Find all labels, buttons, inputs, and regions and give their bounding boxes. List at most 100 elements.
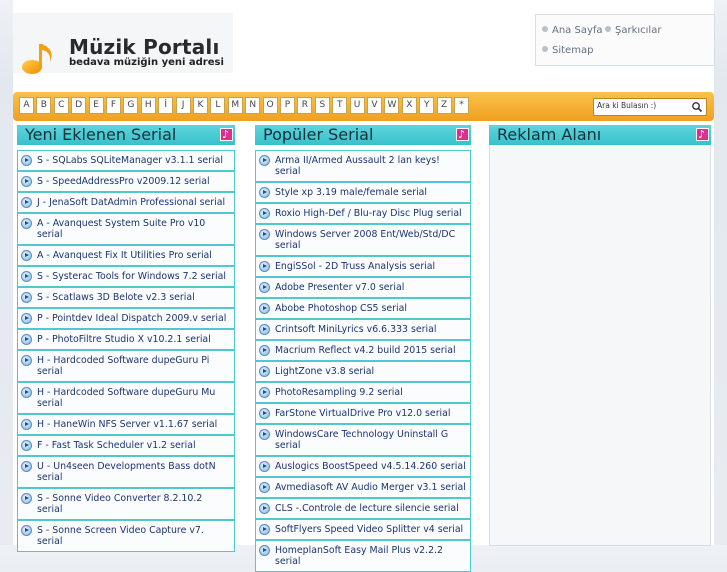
letter-link[interactable]: A xyxy=(19,97,34,114)
item-link[interactable]: Roxio High-Def / Blu-ray Disc Plug seria… xyxy=(275,208,466,219)
list-item[interactable]: P - PhotoFiltre Studio X v10.2.1 serial xyxy=(17,329,235,350)
item-link[interactable]: J - JenaSoft DatAdmin Professional seria… xyxy=(37,197,230,208)
item-link[interactable]: EngiSSol - 2D Truss Analysis serial xyxy=(275,261,466,272)
list-item[interactable]: S - Sonne Screen Video Capture v7. seria… xyxy=(17,520,235,552)
list-item[interactable]: S - Scatlaws 3D Belote v2.3 serial xyxy=(17,287,235,308)
item-link[interactable]: S - SQLabs SQLiteManager v3.1.1 serial xyxy=(37,155,230,166)
letter-link[interactable]: G xyxy=(123,97,139,114)
letter-link[interactable]: H xyxy=(140,97,156,114)
list-item[interactable]: S - Sonne Video Converter 8.2.10.2 seria… xyxy=(17,488,235,520)
letter-link[interactable]: V xyxy=(367,97,382,114)
letter-link[interactable]: * xyxy=(454,97,469,114)
list-item[interactable]: Auslogics BoostSpeed v4.5.14.260 serial xyxy=(255,456,471,477)
item-link[interactable]: P - Pointdev Ideal Dispatch 2009.v seria… xyxy=(37,313,230,324)
list-item[interactable]: Abobe Photoshop CS5 serial xyxy=(255,298,471,319)
item-link[interactable]: Arma II/Armed Aussault 2 lan keys! seria… xyxy=(275,155,466,177)
menu-item-sitemap[interactable]: Sitemap xyxy=(542,45,593,56)
item-link[interactable]: Avmediasoft AV Audio Merger v3.1 serial xyxy=(275,482,466,493)
item-link[interactable]: S - Sonne Screen Video Capture v7. seria… xyxy=(37,525,230,547)
letter-link[interactable]: T xyxy=(332,97,348,114)
letter-link[interactable]: Y xyxy=(419,97,435,114)
list-item[interactable]: A - Avanquest Fix It Utilities Pro seria… xyxy=(17,245,235,266)
item-link[interactable]: A - Avanquest Fix It Utilities Pro seria… xyxy=(37,250,230,261)
item-link[interactable]: F - Fast Task Scheduler v1.2 serial xyxy=(37,440,230,451)
item-link[interactable]: H - Hardcoded Software dupeGuru Pi seria… xyxy=(37,355,230,377)
item-link[interactable]: SoftFlyers Speed Video Splitter v4 seria… xyxy=(275,524,466,535)
list-item[interactable]: LightZone v3.8 serial xyxy=(255,361,471,382)
letter-link[interactable]: S xyxy=(314,97,330,114)
item-link[interactable]: S - Systerac Tools for Windows 7.2 seria… xyxy=(37,271,230,282)
list-item[interactable]: WindowsCare Technology Uninstall G seria… xyxy=(255,424,471,456)
site-title[interactable]: Müzik Portalı xyxy=(69,35,220,59)
item-link[interactable]: Windows Server 2008 Ent/Web/Std/DC seria… xyxy=(275,229,466,251)
search-icon[interactable] xyxy=(691,101,703,113)
list-item[interactable]: PhotoResampling 9.2 serial xyxy=(255,382,471,403)
list-item[interactable]: U - Un4seen Developments Bass dotN seria… xyxy=(17,456,235,488)
item-link[interactable]: HomeplanSoft Easy Mail Plus v2.2.2 seria… xyxy=(275,545,466,567)
item-link[interactable]: S - Scatlaws 3D Belote v2.3 serial xyxy=(37,292,230,303)
list-item[interactable]: Style xp 3.19 male/female serial xyxy=(255,182,471,203)
item-link[interactable]: Abobe Photoshop CS5 serial xyxy=(275,303,466,314)
item-link[interactable]: Macrium Reflect v4.2 build 2015 serial xyxy=(275,345,466,356)
item-link[interactable]: FarStone VirtualDrive Pro v12.0 serial xyxy=(275,408,466,419)
letter-link[interactable]: F xyxy=(106,97,121,114)
list-item[interactable]: Avmediasoft AV Audio Merger v3.1 serial xyxy=(255,477,471,498)
letter-link[interactable]: J xyxy=(175,97,191,114)
letter-link[interactable]: L xyxy=(210,97,226,114)
letter-link[interactable]: X xyxy=(401,97,417,114)
list-item[interactable]: S - Systerac Tools for Windows 7.2 seria… xyxy=(17,266,235,287)
list-item[interactable]: S - SQLabs SQLiteManager v3.1.1 serial xyxy=(17,150,235,171)
list-item[interactable]: Roxio High-Def / Blu-ray Disc Plug seria… xyxy=(255,203,471,224)
list-item[interactable]: Macrium Reflect v4.2 build 2015 serial xyxy=(255,340,471,361)
list-item[interactable]: FarStone VirtualDrive Pro v12.0 serial xyxy=(255,403,471,424)
list-item[interactable]: S - SpeedAddressPro v2009.12 serial xyxy=(17,171,235,192)
item-link[interactable]: Crintsoft MiniLyrics v6.6.333 serial xyxy=(275,324,466,335)
list-item[interactable]: Arma II/Armed Aussault 2 lan keys! seria… xyxy=(255,150,471,182)
item-link[interactable]: CLS -.Controle de lecture silencie seria… xyxy=(275,503,466,514)
item-link[interactable]: H - HaneWin NFS Server v1.1.67 serial xyxy=(37,419,230,430)
letter-link[interactable]: U xyxy=(349,97,365,114)
list-item[interactable]: CLS -.Controle de lecture silencie seria… xyxy=(255,498,471,519)
item-link[interactable]: LightZone v3.8 serial xyxy=(275,366,466,377)
list-item[interactable]: SoftFlyers Speed Video Splitter v4 seria… xyxy=(255,519,471,540)
letter-link[interactable]: İ xyxy=(158,97,174,114)
menu-item-home[interactable]: Ana Sayfa xyxy=(542,25,603,36)
list-item[interactable]: H - Hardcoded Software dupeGuru Pi seria… xyxy=(17,350,235,382)
list-item[interactable]: EngiSSol - 2D Truss Analysis serial xyxy=(255,256,471,277)
item-link[interactable]: S - SpeedAddressPro v2009.12 serial xyxy=(37,176,230,187)
item-link[interactable]: H - Hardcoded Software dupeGuru Mu seria… xyxy=(37,387,230,409)
menu-item-singers[interactable]: Şarkıcılar xyxy=(605,25,661,36)
list-item[interactable]: A - Avanquest System Suite Pro v10 seria… xyxy=(17,213,235,245)
column-header: Yeni Eklenen Serial xyxy=(17,125,235,145)
item-link[interactable]: Adobe Presenter v7.0 serial xyxy=(275,282,466,293)
list-item[interactable]: Windows Server 2008 Ent/Web/Std/DC seria… xyxy=(255,224,471,256)
letter-link[interactable]: W xyxy=(384,97,400,114)
letter-link[interactable]: K xyxy=(193,97,208,114)
item-link[interactable]: P - PhotoFiltre Studio X v10.2.1 serial xyxy=(37,334,230,345)
item-link[interactable]: Style xp 3.19 male/female serial xyxy=(275,187,466,198)
item-link[interactable]: S - Sonne Video Converter 8.2.10.2 seria… xyxy=(37,493,230,515)
letter-link[interactable]: O xyxy=(262,97,278,114)
letter-link[interactable]: E xyxy=(88,97,104,114)
item-link[interactable]: U - Un4seen Developments Bass dotN seria… xyxy=(37,461,230,483)
item-link[interactable]: WindowsCare Technology Uninstall G seria… xyxy=(275,429,466,451)
search-input[interactable]: Ara ki Bulasın :) xyxy=(593,98,707,116)
list-item[interactable]: Adobe Presenter v7.0 serial xyxy=(255,277,471,298)
letter-link[interactable]: P xyxy=(280,97,295,114)
letter-link[interactable]: C xyxy=(53,97,69,114)
letter-link[interactable]: N xyxy=(245,97,261,114)
list-item[interactable]: H - HaneWin NFS Server v1.1.67 serial xyxy=(17,414,235,435)
list-item[interactable]: J - JenaSoft DatAdmin Professional seria… xyxy=(17,192,235,213)
list-item[interactable]: Crintsoft MiniLyrics v6.6.333 serial xyxy=(255,319,471,340)
item-link[interactable]: Auslogics BoostSpeed v4.5.14.260 serial xyxy=(275,461,466,472)
letter-link[interactable]: D xyxy=(71,97,87,114)
letter-link[interactable]: Z xyxy=(436,97,452,114)
letter-link[interactable]: B xyxy=(36,97,52,114)
letter-link[interactable]: R xyxy=(297,97,313,114)
letter-link[interactable]: M xyxy=(227,97,243,114)
item-link[interactable]: A - Avanquest System Suite Pro v10 seria… xyxy=(37,218,230,240)
list-item[interactable]: H - Hardcoded Software dupeGuru Mu seria… xyxy=(17,382,235,414)
item-link[interactable]: PhotoResampling 9.2 serial xyxy=(275,387,466,398)
list-item[interactable]: P - Pointdev Ideal Dispatch 2009.v seria… xyxy=(17,308,235,329)
list-item[interactable]: F - Fast Task Scheduler v1.2 serial xyxy=(17,435,235,456)
